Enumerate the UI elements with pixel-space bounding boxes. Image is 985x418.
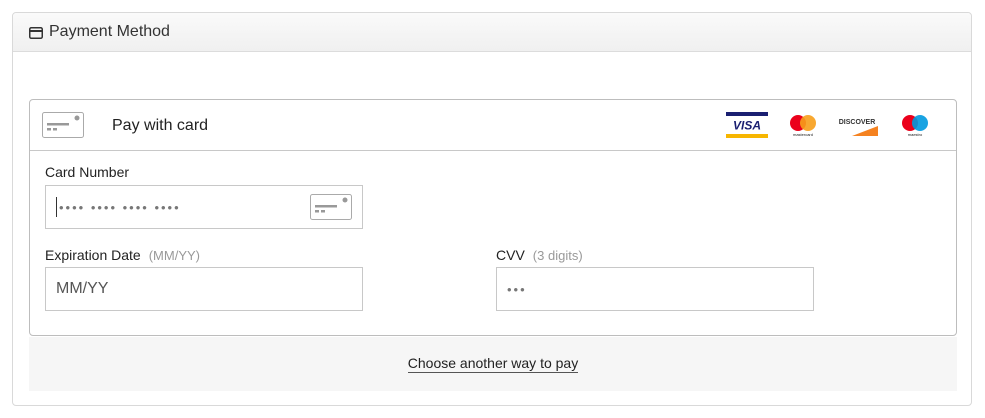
- credit-card-icon: [42, 112, 84, 138]
- credit-card-icon: [310, 194, 352, 220]
- alternate-payment-footer: Choose another way to pay: [29, 337, 957, 391]
- svg-text:mastercard: mastercard: [793, 132, 813, 137]
- card-section-header: Pay with card VISA mastercard DISCOVER m…: [30, 100, 956, 151]
- credit-card-icon: [29, 26, 43, 39]
- cvv-label: CVV (3 digits): [496, 247, 583, 263]
- expiration-date-label-text: Expiration Date: [45, 247, 141, 263]
- cvv-input[interactable]: •••: [496, 267, 814, 311]
- card-number-label: Card Number: [45, 164, 130, 180]
- cvv-hint: (3 digits): [532, 248, 583, 263]
- discover-logo: DISCOVER: [838, 112, 880, 138]
- card-number-placeholder: •••• •••• •••• ••••: [59, 199, 181, 215]
- maestro-logo: maestro: [894, 112, 936, 138]
- panel-header: Payment Method: [13, 13, 971, 52]
- pay-with-card-label: Pay with card: [112, 117, 209, 134]
- text-caret: [56, 197, 57, 217]
- cvv-placeholder: •••: [507, 281, 527, 297]
- card-number-input[interactable]: •••• •••• •••• ••••: [45, 185, 363, 229]
- pay-with-card-section: Pay with card VISA mastercard DISCOVER m…: [29, 99, 957, 336]
- svg-text:DISCOVER: DISCOVER: [839, 119, 876, 126]
- payment-method-panel: Payment Method Pay with card VISA master…: [12, 12, 972, 406]
- expiration-date-input[interactable]: MM/YY: [45, 267, 363, 311]
- mastercard-logo: mastercard: [782, 112, 824, 138]
- choose-another-way-link[interactable]: Choose another way to pay: [407, 355, 579, 373]
- panel-title: Payment Method: [49, 23, 170, 40]
- svg-text:VISA: VISA: [733, 119, 761, 133]
- expiration-date-label: Expiration Date (MM/YY): [45, 247, 200, 263]
- visa-logo: VISA: [726, 112, 768, 138]
- expiration-date-hint: (MM/YY): [148, 248, 200, 263]
- expiration-date-placeholder: MM/YY: [56, 280, 109, 297]
- cvv-label-text: CVV: [496, 247, 525, 263]
- svg-text:maestro: maestro: [908, 132, 923, 137]
- card-brand-logos: VISA mastercard DISCOVER maestro: [726, 112, 936, 138]
